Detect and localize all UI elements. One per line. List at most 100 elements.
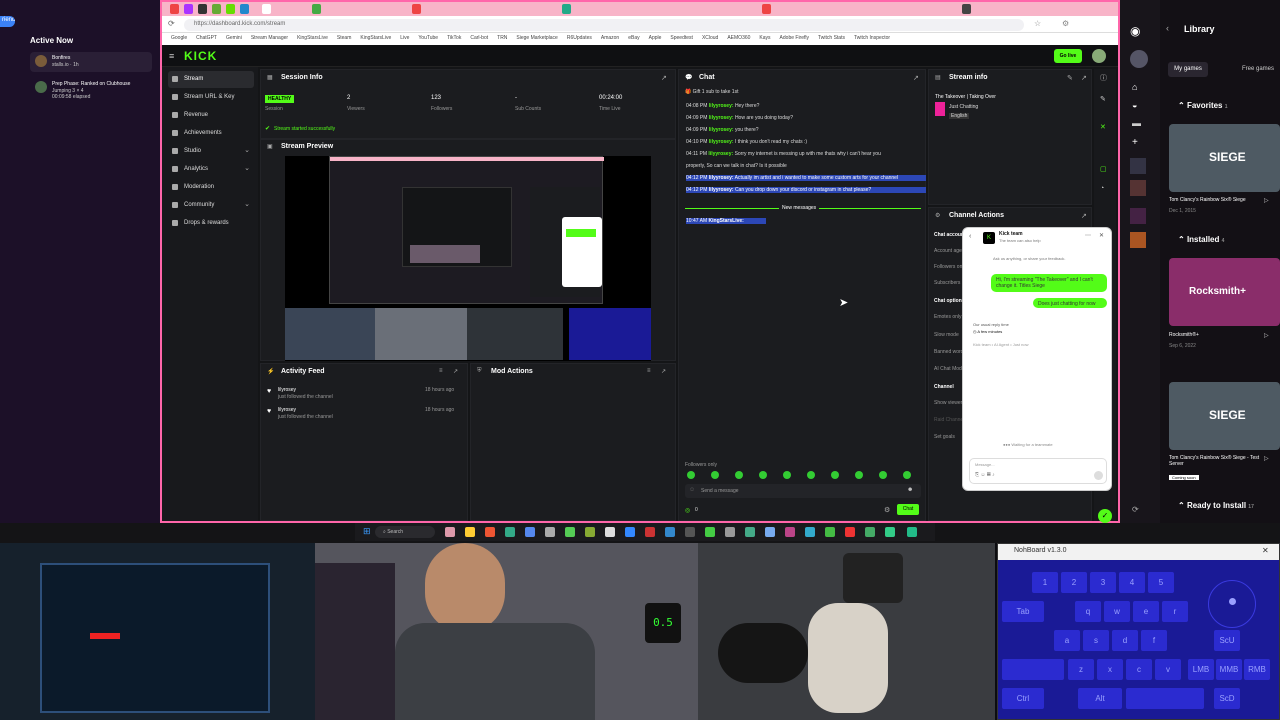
popout-icon[interactable]: ↗ <box>1081 74 1087 82</box>
chevron-down-icon[interactable]: ⌄ <box>244 164 250 172</box>
message-user[interactable]: KingStarsLive: <box>709 218 744 224</box>
action-row[interactable]: AI Chat Mod <box>934 366 962 372</box>
chat-message[interactable]: 04:09 PM lilyyrosey: you there? <box>686 127 926 133</box>
attach-icon[interactable]: ⎘ ☺ ▦ ♪ <box>975 472 995 478</box>
bookmark-item[interactable]: Google <box>171 33 187 44</box>
app-icon[interactable] <box>665 527 675 537</box>
back-icon[interactable]: ‹ <box>1166 23 1169 33</box>
help-icon[interactable]: ✓ <box>1098 509 1112 523</box>
sidebar-item-revenue[interactable]: Revenue <box>168 107 254 124</box>
sidebar-item-studio[interactable]: Studio ⌄ <box>168 143 254 160</box>
emoji-icon[interactable]: ☻ <box>907 487 913 493</box>
game-title[interactable]: Rocksmith®+ <box>1169 332 1199 338</box>
chat-message[interactable]: 04:12 PM lilyyrosey: Can you drop down y… <box>686 187 926 193</box>
tab[interactable] <box>412 4 421 14</box>
app-icon[interactable] <box>907 527 917 537</box>
tab[interactable] <box>962 4 971 14</box>
store-icon[interactable]: ▬ <box>1132 118 1141 128</box>
game-card-art[interactable]: Rocksmith+ <box>1169 258 1280 326</box>
tab[interactable] <box>562 4 571 14</box>
bookmark-item[interactable]: Kays <box>759 33 770 44</box>
go-live-button[interactable]: Go live <box>1054 49 1082 63</box>
bookmark-item[interactable]: Gemini <box>226 33 242 44</box>
message-user[interactable]: lilyyrosey: <box>708 151 733 157</box>
activity-item[interactable]: Prep Phase: Ranked on Clubhouse Jumping … <box>30 78 152 104</box>
chat-input[interactable]: ☺ Send a message ☻ <box>685 484 921 498</box>
bookmark-item[interactable]: KingStarsLive <box>360 33 391 44</box>
emote-icon[interactable] <box>687 471 695 479</box>
chat-message[interactable]: properly, So can we talk in chat? Is it … <box>686 163 926 169</box>
app-icon[interactable] <box>785 527 795 537</box>
layout-icon[interactable]: ▢ <box>1100 165 1107 173</box>
message-user[interactable]: lilyyrosey: <box>709 103 734 109</box>
preview-video[interactable] <box>285 156 651 361</box>
back-icon[interactable]: ‹ <box>969 233 971 240</box>
game-card-art[interactable]: SIEGE <box>1169 124 1280 192</box>
game-title[interactable]: Tom Clancy's Rainbow Six® Siege - Test S… <box>1169 455 1269 467</box>
popout-icon[interactable]: ↗ <box>1081 212 1087 220</box>
bookmark-item[interactable]: Amazon <box>601 33 619 44</box>
emote-icon[interactable] <box>783 471 791 479</box>
refresh-icon[interactable]: ⟳ <box>1132 505 1139 514</box>
message-user[interactable]: lilyyrosey: <box>709 139 734 145</box>
popout-icon[interactable]: ↗ <box>453 368 458 375</box>
tab-my-games[interactable]: My games <box>1168 62 1208 77</box>
gift-banner[interactable]: 🎁 Gift 1 sub to take 1st <box>685 89 738 95</box>
installed-heading[interactable]: ⌃ Installed 4 <box>1178 235 1224 244</box>
emote-icon[interactable] <box>903 471 911 479</box>
close-icon[interactable]: ✕ <box>1100 123 1106 131</box>
favorites-heading[interactable]: ⌃ Favorites 1 <box>1178 101 1228 110</box>
close-icon[interactable]: ✕ <box>1099 232 1104 239</box>
chat-message[interactable]: 04:09 PM lilyyrosey: How are you doing t… <box>686 115 926 121</box>
bookmark-item[interactable]: Speedtest <box>670 33 693 44</box>
game-icon[interactable] <box>1130 232 1146 248</box>
settings-icon[interactable]: ⚙ <box>884 506 890 514</box>
chat-message[interactable]: 04:12 PM lilyyrosey: Actually im artist … <box>686 175 926 181</box>
app-icon[interactable] <box>745 527 755 537</box>
play-icon[interactable]: ▷ <box>1264 197 1269 204</box>
steam-icon[interactable] <box>545 527 555 537</box>
folder-icon[interactable] <box>465 527 475 537</box>
activity-item[interactable]: Bonfires stalls.io · 1h <box>30 52 152 72</box>
new-messages-label[interactable]: New messages <box>779 205 820 211</box>
bookmark-item[interactable]: KingStarsLive <box>297 33 328 44</box>
bookmark-item[interactable]: AEMO360 <box>727 33 750 44</box>
tab[interactable] <box>312 4 321 14</box>
app-icon[interactable] <box>445 527 455 537</box>
home-icon[interactable]: ⌂ <box>1132 82 1137 92</box>
bookmark-item[interactable]: XCloud <box>702 33 718 44</box>
sidebar-item-stream[interactable]: Stream <box>168 71 254 88</box>
play-icon[interactable]: ▷ <box>1264 455 1269 462</box>
play-icon[interactable]: ▷ <box>1264 332 1269 339</box>
bookmark-item[interactable]: Steam <box>337 33 351 44</box>
sidebar-item-moderation[interactable]: Moderation <box>168 179 254 196</box>
plus-icon[interactable]: + <box>1132 137 1138 148</box>
extensions-icon[interactable]: ⚙ <box>1062 19 1069 28</box>
more-icon[interactable]: ⋯ <box>1085 232 1091 239</box>
action-row[interactable]: Emotes only <box>934 314 962 320</box>
send-icon[interactable] <box>1094 471 1103 480</box>
tab[interactable] <box>198 4 207 14</box>
avatar[interactable] <box>1130 50 1148 68</box>
emote-icon[interactable] <box>735 471 743 479</box>
app-icon[interactable] <box>805 527 815 537</box>
bookmark-item[interactable]: Twitch Inspector <box>854 33 890 44</box>
game-icon[interactable] <box>1130 158 1146 174</box>
support-message-input[interactable]: Message... ⎘ ☺ ▦ ♪ <box>969 458 1107 484</box>
filter-icon[interactable]: ≡ <box>439 368 443 374</box>
app-icon[interactable] <box>885 527 895 537</box>
action-row[interactable]: Account age <box>934 248 962 254</box>
windows-start-icon[interactable]: ⊞ <box>363 526 371 537</box>
message-user[interactable]: lilyyrosey: <box>709 115 734 121</box>
sidebar-item-community[interactable]: Community ⌄ <box>168 197 254 214</box>
tab[interactable] <box>212 4 221 14</box>
tab[interactable] <box>184 4 193 14</box>
app-icon[interactable] <box>825 527 835 537</box>
emote-picker-icon[interactable]: ☺ <box>689 487 695 493</box>
bookmark-item[interactable]: Carl-bot <box>470 33 488 44</box>
filter-icon[interactable]: ≡ <box>647 368 651 374</box>
bookmark-item[interactable]: TikTok <box>447 33 461 44</box>
action-row[interactable]: Subscribers <box>934 280 960 286</box>
game-icon[interactable] <box>1130 180 1146 196</box>
edit-icon[interactable]: ✎ <box>1067 74 1073 82</box>
